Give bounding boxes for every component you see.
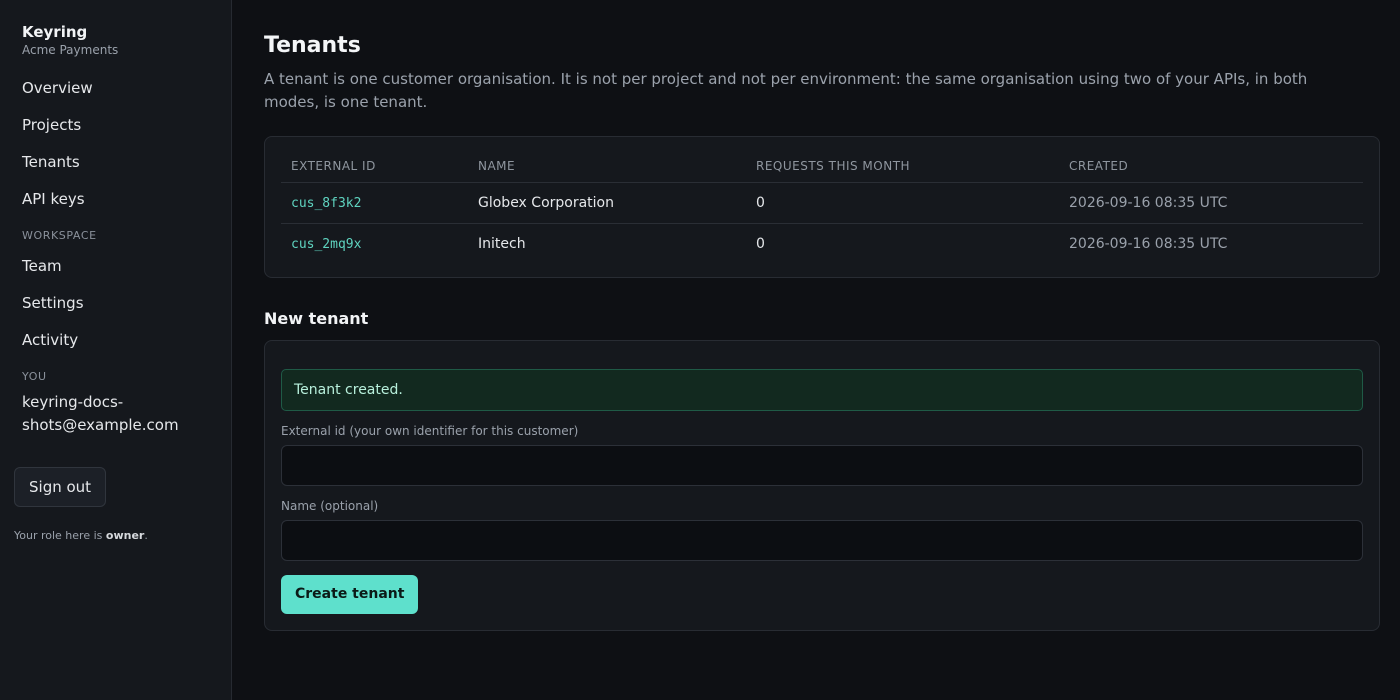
- external-id-input[interactable]: [281, 444, 1363, 486]
- user-email: keyring-docs-shots@example.com: [22, 393, 179, 434]
- nav-section-workspace: WORKSPACE: [22, 229, 97, 242]
- role-suffix: .: [144, 529, 148, 542]
- role-value: owner: [105, 529, 145, 542]
- cell-created: 2026-09-16 08:35 UTC: [1069, 236, 1228, 253]
- nav-item-api-keys[interactable]: API keys: [14, 181, 217, 218]
- header-requests: REQUESTS THIS MONTH: [746, 155, 1059, 183]
- create-tenant-button[interactable]: Create tenant: [281, 574, 419, 614]
- table-row: cus_2mq9x Initech 0 2026-09-16 08:35 UTC: [281, 224, 1363, 265]
- role-note: Your role here is owner.: [14, 529, 217, 542]
- nav-item-settings[interactable]: Settings: [14, 285, 217, 322]
- brand-org: Acme Payments: [22, 43, 119, 57]
- nav-item-activity[interactable]: Activity: [14, 322, 217, 359]
- cell-external-id: cus_2mq9x: [291, 236, 362, 252]
- nav-item-tenants[interactable]: Tenants: [14, 144, 217, 181]
- new-tenant-title: New tenant: [264, 308, 369, 328]
- primary-nav: Overview Projects Tenants API keys: [14, 70, 217, 218]
- nav-item-overview[interactable]: Overview: [14, 70, 217, 107]
- main-content: Tenants A tenant is one customer organis…: [232, 0, 1400, 700]
- header-created: CREATED: [1059, 155, 1363, 183]
- brand-name: Keyring: [22, 23, 88, 41]
- cell-requests: 0: [746, 182, 1059, 224]
- name-label: Name (optional): [281, 498, 379, 513]
- tenants-table-card: EXTERNAL ID NAME REQUESTS THIS MONTH CRE…: [264, 136, 1380, 278]
- nav-item-projects[interactable]: Projects: [14, 107, 217, 144]
- page-description: A tenant is one customer organisation. I…: [264, 70, 1308, 111]
- brand: Keyring Acme Payments: [14, 22, 217, 58]
- nav-section-you: YOU: [22, 370, 47, 383]
- workspace-nav: Team Settings Activity: [14, 248, 217, 359]
- table-header-row: EXTERNAL ID NAME REQUESTS THIS MONTH CRE…: [281, 155, 1363, 183]
- sign-out-button[interactable]: Sign out: [14, 467, 107, 507]
- tenants-table: EXTERNAL ID NAME REQUESTS THIS MONTH CRE…: [281, 155, 1363, 265]
- new-tenant-form: Tenant created. External id (your own id…: [264, 339, 1380, 631]
- name-input[interactable]: [281, 519, 1363, 561]
- success-alert: Tenant created.: [281, 368, 1363, 411]
- nav-item-team[interactable]: Team: [14, 248, 217, 285]
- cell-external-id: cus_8f3k2: [281, 182, 468, 224]
- header-external-id: EXTERNAL ID: [281, 155, 468, 183]
- table-row: cus_8f3k2 Globex Corporation 0 2026-09-1…: [281, 182, 1363, 224]
- role-prefix: Your role here is: [14, 529, 103, 542]
- page-title: Tenants: [264, 33, 361, 58]
- sidebar: Keyring Acme Payments Overview Projects …: [0, 0, 232, 700]
- cell-name: Globex Corporation: [468, 182, 746, 224]
- app-root: Keyring Acme Payments Overview Projects …: [0, 0, 1400, 700]
- cell-requests: 0: [756, 236, 765, 253]
- external-id-label: External id (your own identifier for thi…: [281, 423, 579, 438]
- cell-created: 2026-09-16 08:35 UTC: [1059, 182, 1363, 224]
- header-name: NAME: [468, 155, 746, 183]
- cell-name: Initech: [478, 236, 526, 253]
